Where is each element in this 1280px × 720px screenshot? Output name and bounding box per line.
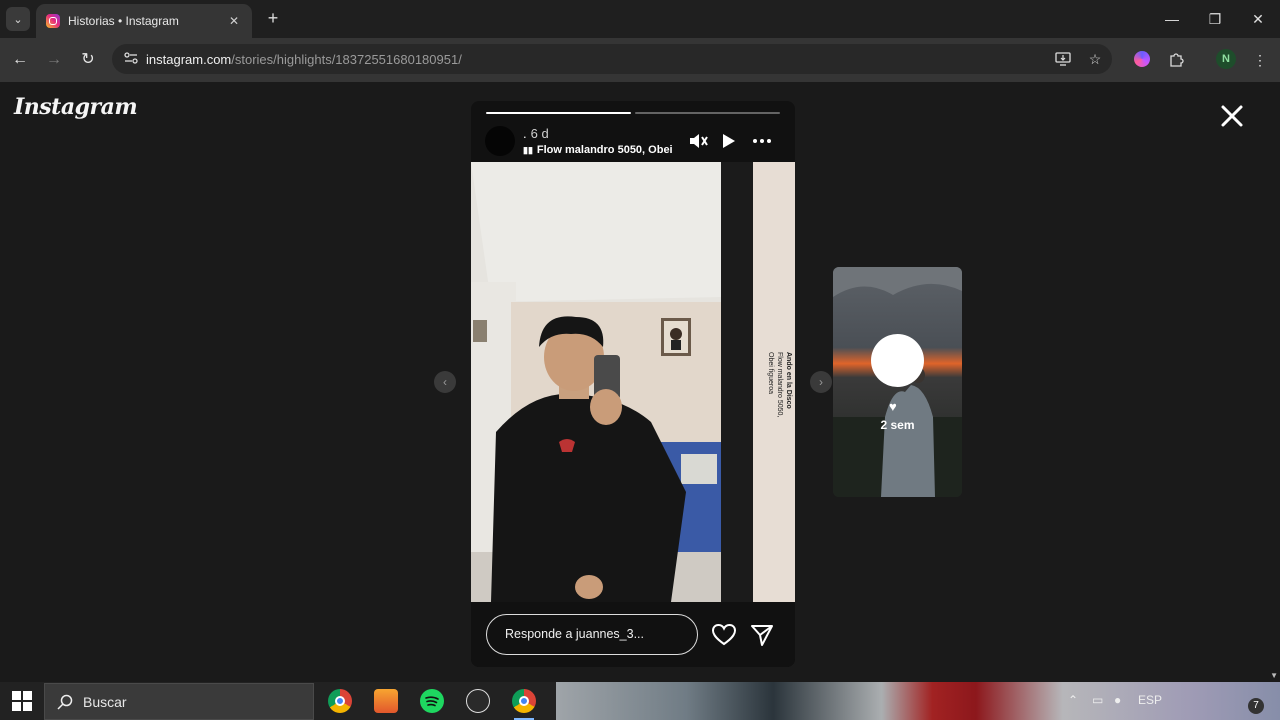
- story-caption: Ando en la Disco Flow malandro 5050, Obei …: [757, 352, 795, 452]
- tray-chevron-icon[interactable]: ⌃: [1068, 693, 1078, 707]
- tab-title: Historias • Instagram: [68, 14, 179, 28]
- story-progress-segment: [486, 112, 631, 114]
- new-tab-button[interactable]: +: [262, 8, 284, 30]
- window-close-button[interactable]: ✕: [1246, 8, 1270, 30]
- browser-titlebar: ⌄ Historias • Instagram ✕ + — ❐ ✕: [0, 0, 1280, 38]
- install-app-icon[interactable]: [1050, 44, 1076, 74]
- heart-like-icon[interactable]: [711, 622, 737, 648]
- chrome-active-taskbar-icon[interactable]: [512, 689, 536, 720]
- reload-button[interactable]: ↻: [76, 48, 100, 72]
- previous-story-button[interactable]: ‹: [434, 371, 456, 393]
- notification-badge[interactable]: 7: [1248, 698, 1264, 714]
- address-bar[interactable]: instagram.com/stories/highlights/1837255…: [112, 44, 1112, 74]
- tab-close-icon[interactable]: ✕: [226, 14, 242, 28]
- browser-menu-icon[interactable]: ⋮: [1248, 48, 1272, 72]
- instagram-favicon-icon: [46, 14, 60, 28]
- profile-avatar[interactable]: N: [1216, 49, 1236, 69]
- extensions-puzzle-icon[interactable]: [1164, 48, 1188, 72]
- search-label: Buscar: [83, 693, 127, 710]
- network-icon[interactable]: ▭: [1092, 693, 1103, 707]
- tab-search-chevron-icon[interactable]: ⌄: [6, 7, 30, 31]
- caption-line: Flow malandro 5050,: [776, 352, 783, 418]
- next-story-avatar: [871, 334, 924, 387]
- url-text: instagram.com/stories/highlights/1837255…: [146, 51, 462, 67]
- windows-taskbar: Buscar ⌃ ▭ ● ESP 7: [0, 682, 1280, 720]
- mirror-selfie-image: [471, 162, 795, 602]
- instagram-logo[interactable]: Instagram: [14, 94, 138, 120]
- story-progress-bar: [486, 112, 780, 114]
- reply-bar: Responde a juannes_3...: [471, 602, 795, 667]
- active-story[interactable]: .6 d ▮▮ Flow malandro 5050, Obei Ando en…: [471, 101, 795, 667]
- more-options-icon[interactable]: [750, 129, 774, 153]
- language-indicator[interactable]: ESP: [1138, 693, 1162, 707]
- next-story-button[interactable]: ›: [810, 371, 832, 393]
- browser-tab-instagram[interactable]: Historias • Instagram ✕: [36, 4, 252, 38]
- caption-line: Ando en la Disco: [785, 352, 792, 409]
- story-music[interactable]: ▮▮ Flow malandro 5050, Obei: [523, 144, 673, 156]
- story-header: .6 d ▮▮ Flow malandro 5050, Obei: [471, 121, 795, 161]
- scroll-down-arrow-icon[interactable]: ▼: [1270, 671, 1278, 680]
- close-story-icon[interactable]: [1216, 100, 1248, 132]
- audio-bars-icon: ▮▮: [523, 145, 533, 155]
- search-icon: [57, 694, 73, 710]
- windows-start-icon[interactable]: [12, 691, 32, 711]
- play-icon[interactable]: [716, 129, 740, 153]
- mute-icon[interactable]: [686, 129, 710, 153]
- restore-button[interactable]: ❐: [1203, 8, 1227, 30]
- story-time: 6 d: [530, 126, 549, 141]
- story-username-row[interactable]: .6 d: [523, 126, 549, 141]
- caption-line: Obei figueroa: [767, 352, 774, 395]
- send-share-icon[interactable]: [749, 622, 775, 648]
- site-settings-icon[interactable]: [116, 51, 146, 67]
- story-username[interactable]: .: [523, 126, 527, 141]
- forward-button[interactable]: →: [42, 48, 66, 72]
- browser-toolbar: ← → ↻ instagram.com/stories/highlights/1…: [0, 38, 1280, 82]
- fl-studio-icon[interactable]: [374, 689, 398, 713]
- back-button[interactable]: ←: [8, 48, 32, 72]
- reply-input[interactable]: Responde a juannes_3...: [486, 614, 698, 655]
- next-story-heart-icon: ♥: [889, 399, 897, 414]
- story-progress-segment: [635, 112, 780, 114]
- obs-icon[interactable]: [466, 689, 490, 713]
- minimize-button[interactable]: —: [1160, 8, 1184, 30]
- next-story-preview[interactable]: ♥ 2 sem: [833, 267, 962, 497]
- taskbar-background: [556, 682, 1280, 720]
- chrome-taskbar-icon[interactable]: [328, 689, 352, 713]
- instagram-story-viewer: Instagram ‹ › .6 d ▮▮ Flow malandro 5050,…: [0, 82, 1280, 682]
- microphone-icon[interactable]: ●: [1114, 693, 1121, 707]
- story-avatar[interactable]: [485, 126, 515, 156]
- next-story-time: 2 sem: [880, 418, 915, 432]
- bookmark-star-icon[interactable]: ☆: [1082, 44, 1108, 74]
- music-title: Flow malandro 5050, Obei: [536, 144, 673, 156]
- story-photo: Ando en la Disco Flow malandro 5050, Obei …: [471, 162, 795, 602]
- taskbar-search[interactable]: Buscar: [44, 683, 314, 720]
- spotify-icon[interactable]: [420, 689, 444, 713]
- extension-gem-icon[interactable]: [1134, 51, 1150, 67]
